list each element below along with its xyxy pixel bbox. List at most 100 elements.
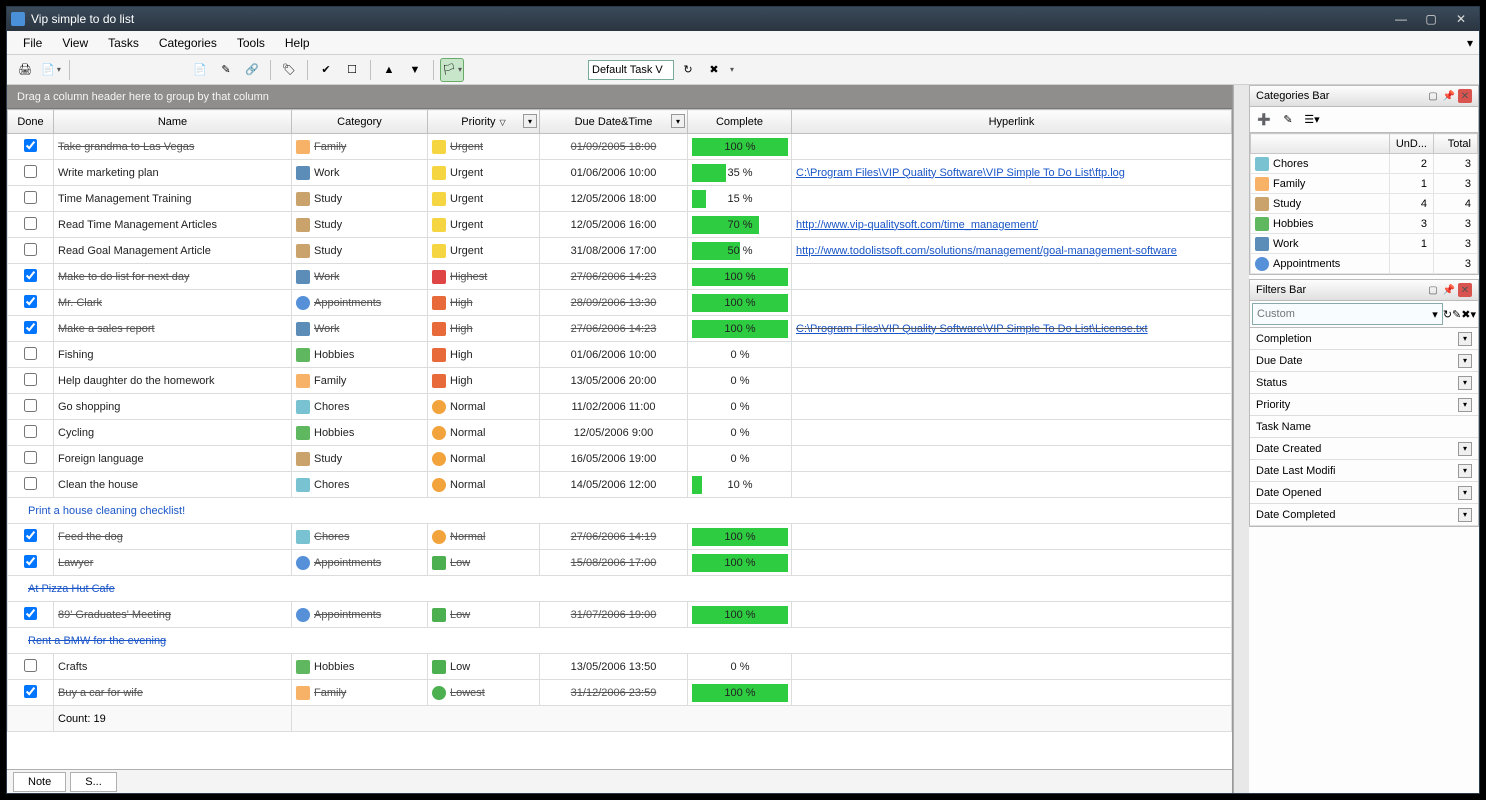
filter-row[interactable]: Date Completed▾ — [1250, 504, 1478, 526]
toolbar-overflow-icon[interactable]: ▾ — [730, 65, 734, 74]
print-button[interactable]: 🖨 — [13, 58, 37, 82]
note-row[interactable]: Rent a BMW for the evening — [8, 628, 1232, 654]
flag-button[interactable]: 🏳▾ — [440, 58, 464, 82]
group-by-strip[interactable]: Drag a column header here to group by th… — [7, 85, 1232, 109]
clear-view-button[interactable]: ✖ — [702, 58, 726, 82]
hyperlink[interactable]: http://www.vip-qualitysoft.com/time_mana… — [796, 219, 1038, 231]
table-row[interactable]: Feed the dogChoresNormal27/06/2006 14:19… — [8, 524, 1232, 550]
filter-custom-dropdown-icon[interactable]: ▾ — [1432, 308, 1438, 321]
categories-panel-header[interactable]: Categories Bar ▢ 📌 ✕ — [1249, 85, 1479, 107]
done-checkbox[interactable] — [24, 659, 37, 672]
done-checkbox[interactable] — [24, 477, 37, 490]
menu-categories[interactable]: Categories — [149, 33, 227, 53]
col-due-filter-icon[interactable]: ▾ — [671, 114, 685, 128]
table-row[interactable]: Make to do list for next dayWorkHighest2… — [8, 264, 1232, 290]
hyperlink[interactable]: http://www.todolistsoft.com/solutions/ma… — [796, 245, 1177, 257]
move-up-button[interactable]: ▲ — [377, 58, 401, 82]
table-row[interactable]: 89' Graduates' MeetingAppointmentsLow31/… — [8, 602, 1232, 628]
note-row[interactable]: Print a house cleaning checklist! — [8, 498, 1232, 524]
panel-window-icon[interactable]: ▢ — [1426, 283, 1440, 297]
main-scrollbar[interactable] — [1233, 85, 1249, 793]
filter-dropdown-icon[interactable]: ▾ — [1458, 332, 1472, 346]
category-row[interactable]: Study44 — [1251, 194, 1478, 214]
new-task-button[interactable]: 📄 — [188, 58, 212, 82]
table-row[interactable]: Go shoppingChoresNormal11/02/2006 11:000… — [8, 394, 1232, 420]
col-name[interactable]: Name — [54, 110, 292, 134]
tab-note[interactable]: Note — [13, 772, 66, 792]
note-button[interactable]: 🏷 — [277, 58, 301, 82]
done-checkbox[interactable] — [24, 451, 37, 464]
titlebar[interactable]: Vip simple to do list — ▢ ✕ — [7, 7, 1479, 31]
cat-col-undone[interactable]: UnD... — [1390, 134, 1434, 154]
done-checkbox[interactable] — [24, 685, 37, 698]
table-row[interactable]: Write marketing planWorkUrgent01/06/2006… — [8, 160, 1232, 186]
check-button[interactable]: ✔ — [314, 58, 338, 82]
table-row[interactable]: CyclingHobbiesNormal12/05/2006 9:000 % — [8, 420, 1232, 446]
close-button[interactable]: ✕ — [1447, 10, 1475, 28]
done-checkbox[interactable] — [24, 607, 37, 620]
cat-col-name[interactable] — [1251, 134, 1390, 154]
table-row[interactable]: Help daughter do the homeworkFamilyHigh1… — [8, 368, 1232, 394]
panel-pin-icon[interactable]: 📌 — [1442, 283, 1456, 297]
done-checkbox[interactable] — [24, 243, 37, 256]
col-complete[interactable]: Complete — [688, 110, 792, 134]
filter-dropdown-icon[interactable]: ▾ — [1458, 486, 1472, 500]
table-row[interactable]: FishingHobbiesHigh01/06/2006 10:000 % — [8, 342, 1232, 368]
filter-row[interactable]: Status▾ — [1250, 372, 1478, 394]
refresh-view-button[interactable]: ↻ — [676, 58, 700, 82]
export-button[interactable]: 📄▾ — [39, 58, 63, 82]
table-row[interactable]: Mr. ClarkAppointmentsHigh28/09/2006 13:3… — [8, 290, 1232, 316]
col-priority-filter-icon[interactable]: ▾ — [523, 114, 537, 128]
filter-dropdown-icon[interactable]: ▾ — [1458, 354, 1472, 368]
col-hyperlink[interactable]: Hyperlink — [792, 110, 1232, 134]
done-checkbox[interactable] — [24, 529, 37, 542]
filter-dropdown-icon[interactable]: ▾ — [1458, 464, 1472, 478]
maximize-button[interactable]: ▢ — [1417, 10, 1445, 28]
hyperlink[interactable]: C:\Program Files\VIP Quality Software\VI… — [796, 167, 1125, 179]
done-checkbox[interactable] — [24, 321, 37, 334]
table-row[interactable]: Make a sales reportWorkHigh27/06/2006 14… — [8, 316, 1232, 342]
category-row[interactable]: Chores23 — [1251, 154, 1478, 174]
table-row[interactable]: Read Time Management ArticlesStudyUrgent… — [8, 212, 1232, 238]
view-selector[interactable] — [588, 60, 674, 80]
tab-s[interactable]: S... — [70, 772, 117, 792]
filter-row[interactable]: Priority▾ — [1250, 394, 1478, 416]
table-row[interactable]: Clean the houseChoresNormal14/05/2006 12… — [8, 472, 1232, 498]
hyperlink[interactable]: C:\Program Files\VIP Quality Software\VI… — [796, 323, 1148, 335]
done-checkbox[interactable] — [24, 373, 37, 386]
filter-edit-button[interactable]: ✎ — [1452, 308, 1461, 321]
filter-overflow-icon[interactable]: ▾ — [1470, 308, 1476, 321]
done-checkbox[interactable] — [24, 139, 37, 152]
filter-apply-button[interactable]: ↻ — [1443, 308, 1452, 321]
filter-dropdown-icon[interactable]: ▾ — [1458, 508, 1472, 522]
menubar-overflow-icon[interactable]: ▾ — [1467, 36, 1473, 50]
filter-row[interactable]: Date Created▾ — [1250, 438, 1478, 460]
done-checkbox[interactable] — [24, 295, 37, 308]
done-checkbox[interactable] — [24, 399, 37, 412]
filter-custom-input[interactable] — [1257, 308, 1432, 320]
panel-pin-icon[interactable]: 📌 — [1442, 89, 1456, 103]
panel-window-icon[interactable]: ▢ — [1426, 89, 1440, 103]
table-row[interactable]: Time Management TrainingStudyUrgent12/05… — [8, 186, 1232, 212]
done-checkbox[interactable] — [24, 555, 37, 568]
panel-close-icon[interactable]: ✕ — [1458, 283, 1472, 297]
table-row[interactable]: Read Goal Management ArticleStudyUrgent3… — [8, 238, 1232, 264]
done-checkbox[interactable] — [24, 347, 37, 360]
category-row[interactable]: Work13 — [1251, 234, 1478, 254]
filters-panel-header[interactable]: Filters Bar ▢ 📌 ✕ — [1249, 279, 1479, 301]
cat-col-total[interactable]: Total — [1434, 134, 1478, 154]
menu-file[interactable]: File — [13, 33, 52, 53]
done-checkbox[interactable] — [24, 165, 37, 178]
menu-tasks[interactable]: Tasks — [98, 33, 149, 53]
edit-task-button[interactable]: ✎ — [214, 58, 238, 82]
menu-view[interactable]: View — [52, 33, 98, 53]
col-due[interactable]: Due Date&Time▾ — [540, 110, 688, 134]
category-options-button[interactable]: ☰▾ — [1302, 110, 1322, 130]
table-row[interactable]: LawyerAppointmentsLow15/08/2006 17:00100… — [8, 550, 1232, 576]
col-priority[interactable]: Priority▽▾ — [428, 110, 540, 134]
note-row[interactable]: At Pizza Hut Cafe — [8, 576, 1232, 602]
link-task-button[interactable]: 🔗 — [240, 58, 264, 82]
done-checkbox[interactable] — [24, 425, 37, 438]
table-row[interactable]: Foreign languageStudyNormal16/05/2006 19… — [8, 446, 1232, 472]
panel-close-icon[interactable]: ✕ — [1458, 89, 1472, 103]
